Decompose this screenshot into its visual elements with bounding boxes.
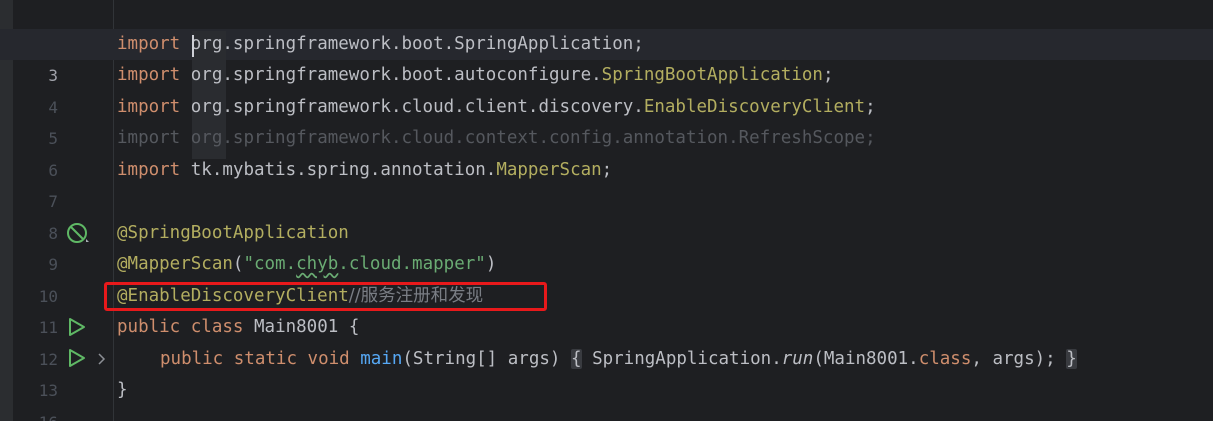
method-name: main xyxy=(360,348,403,369)
keyword: import xyxy=(117,33,181,54)
annotation: @MapperScan xyxy=(117,254,233,274)
package-path: org.springframework.boot.SpringApplicati… xyxy=(190,33,634,54)
line-number[interactable]: 16 xyxy=(13,407,58,421)
code-line[interactable]: 7 import tk.mybatis.spring.annotation.Ma… xyxy=(0,155,1213,212)
code-line[interactable]: 4 import org.springframework.boot.autoco… xyxy=(0,60,1213,117)
run-icon[interactable] xyxy=(67,348,87,368)
semicolon: ; xyxy=(633,33,644,54)
code-line-unused[interactable]: 6 import org.springframework.cloud.conte… xyxy=(0,123,1213,180)
keyword: public xyxy=(117,317,181,337)
string-literal-typo: chyb xyxy=(296,254,339,274)
code-line[interactable]: 16 } xyxy=(0,375,1213,421)
keyword: class xyxy=(190,317,244,337)
semicolon: ; xyxy=(601,159,613,180)
class-declaration-name: Main8001 xyxy=(254,317,339,337)
paren: ) xyxy=(485,254,497,274)
code-line[interactable]: 5 import org.springframework.cloud.clien… xyxy=(0,92,1213,149)
keyword: public xyxy=(160,348,224,369)
code-editor[interactable]: 2 3 import org.springframework.boot.Spri… xyxy=(0,0,1213,421)
folded-brace-close[interactable]: } xyxy=(1066,348,1077,369)
brace: { xyxy=(348,317,360,337)
code-line[interactable]: 8 xyxy=(0,186,1213,243)
spring-bean-icon[interactable] xyxy=(65,222,91,246)
package-path: org.springframework.cloud.context.config… xyxy=(190,128,866,148)
class-name: MapperScan xyxy=(496,159,602,180)
run-icon[interactable] xyxy=(67,317,87,337)
package-path: org.springframework.boot.autoconfigure. xyxy=(190,65,602,85)
semicolon: ; xyxy=(865,128,876,148)
folded-brace-open[interactable]: { xyxy=(570,348,582,369)
string-literal: .cloud.mapper" xyxy=(338,254,486,274)
keyword: class xyxy=(918,348,972,369)
keyword: void xyxy=(307,348,350,369)
keyword: import xyxy=(117,65,181,85)
call-args: , args); xyxy=(971,348,1056,369)
semicolon: ; xyxy=(865,96,876,117)
parameter-list: (String[] args) xyxy=(402,348,561,369)
method-call: run xyxy=(781,348,814,369)
keyword: import xyxy=(117,128,181,148)
class-name: SpringBootApplication xyxy=(601,65,823,85)
code-line[interactable]: 12 public class Main8001 { xyxy=(0,312,1213,369)
semicolon: ; xyxy=(822,65,834,85)
code-line[interactable]: 10 @MapperScan("com.chyb.cloud.mapper") xyxy=(0,249,1213,306)
highlight-annotation-box xyxy=(104,282,547,311)
paren: ( xyxy=(232,254,244,274)
text-caret xyxy=(192,35,194,57)
package-path: tk.mybatis.spring.annotation. xyxy=(190,159,497,180)
annotation: @SpringBootApplication xyxy=(117,222,349,243)
string-literal: "com. xyxy=(243,254,297,274)
keyword: import xyxy=(117,96,181,117)
class-name: EnableDiscoveryClient xyxy=(643,96,866,117)
brace: } xyxy=(117,380,128,400)
call-args: (Main8001. xyxy=(813,348,919,369)
call-target: SpringApplication. xyxy=(592,348,782,369)
code-line[interactable]: 9 @SpringBootApplication xyxy=(0,218,1213,275)
chevron-right-icon[interactable] xyxy=(96,352,108,366)
keyword: static xyxy=(233,348,297,369)
keyword: import xyxy=(117,159,181,180)
package-path: org.springframework.cloud.client.discove… xyxy=(190,96,644,117)
code-line[interactable]: import org.springframework.boot.SpringAp… xyxy=(0,29,1213,61)
code-line[interactable]: 2 xyxy=(0,0,1213,54)
code-line[interactable]: 13 public static void main(String[] args… xyxy=(0,344,1213,400)
